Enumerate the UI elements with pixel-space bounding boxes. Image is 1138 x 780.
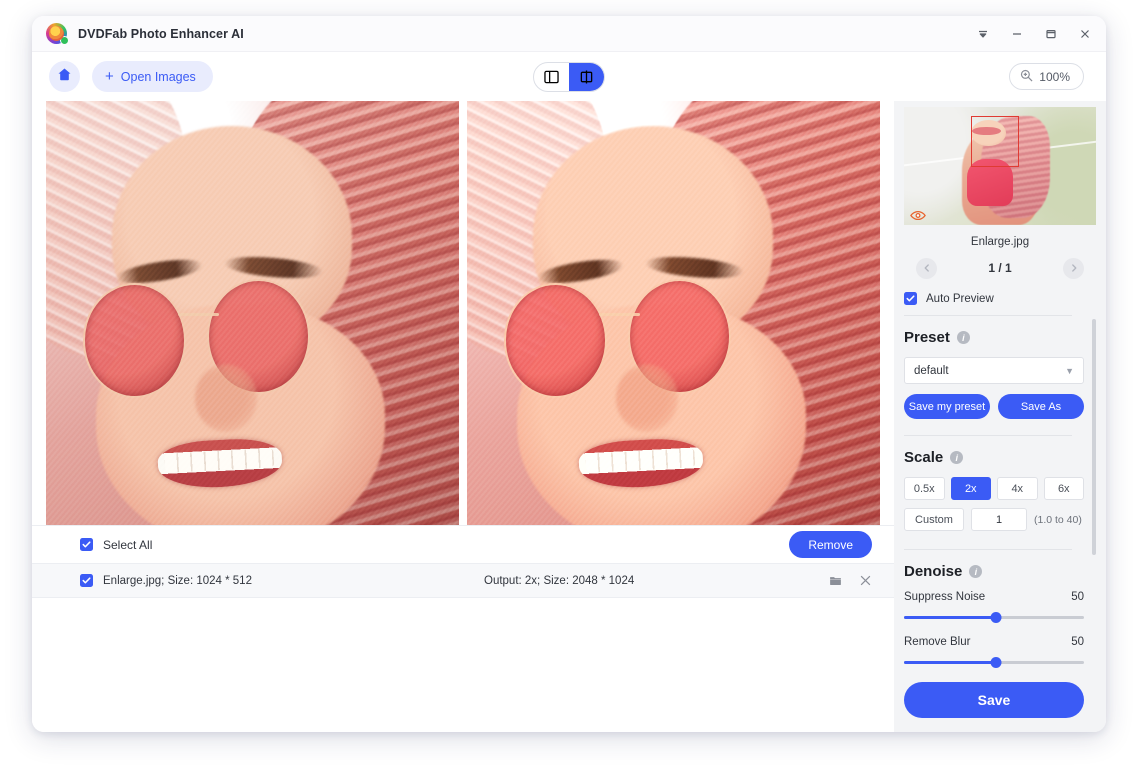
scale-section: Scale i 0.5x 2x 4x 6x Custom (1.0 to 40) xyxy=(904,435,1096,531)
scale-title-label: Scale xyxy=(904,449,943,466)
scale-title: Scale i xyxy=(904,436,1084,477)
select-all-label: Select All xyxy=(103,538,152,552)
scale-option-0[interactable]: 0.5x xyxy=(904,477,945,500)
open-images-label: Open Images xyxy=(121,70,196,84)
preset-select[interactable]: default ▼ xyxy=(904,357,1084,384)
scale-option-2[interactable]: 4x xyxy=(997,477,1038,500)
main-body: Select All Remove Enlarge.jpg; Size: 102… xyxy=(32,101,1106,732)
auto-preview-checkbox[interactable] xyxy=(904,292,917,305)
thumbnail-file-name: Enlarge.jpg xyxy=(904,236,1096,248)
suppress-noise-label-row: Suppress Noise 50 xyxy=(904,591,1084,603)
remove-blur-value: 50 xyxy=(1071,636,1084,648)
auto-preview-label: Auto Preview xyxy=(926,293,994,305)
application-window: DVDFab Photo Enhancer AI + Open Images xyxy=(32,16,1106,732)
table-row[interactable]: Enlarge.jpg; Size: 1024 * 512 Output: 2x… xyxy=(32,563,894,598)
maximize-button[interactable] xyxy=(1034,20,1068,48)
info-icon[interactable]: i xyxy=(969,565,982,578)
page-counter: 1 / 1 xyxy=(988,261,1011,275)
preview-pane-enhanced[interactable] xyxy=(467,101,880,525)
enhanced-photo xyxy=(467,101,880,525)
plus-icon: + xyxy=(105,69,114,84)
thumbnail-selection-rect[interactable] xyxy=(971,116,1019,167)
custom-scale-button[interactable]: Custom xyxy=(904,508,964,531)
row-output-info: Output: 2x; Size: 2048 * 1024 xyxy=(484,575,634,587)
preset-selected-value: default xyxy=(914,365,949,377)
settings-sidebar: Enlarge.jpg 1 / 1 Auto Preview xyxy=(894,101,1106,732)
title-bar: DVDFab Photo Enhancer AI xyxy=(32,16,1106,52)
suppress-noise-label: Suppress Noise xyxy=(904,591,985,603)
minimize-button[interactable] xyxy=(1000,20,1034,48)
toolbar: + Open Images 100% xyxy=(32,52,1106,101)
denoise-title: Denoise i xyxy=(904,550,1084,591)
remove-button[interactable]: Remove xyxy=(789,531,872,558)
window-controls xyxy=(966,20,1102,48)
eye-preview-icon[interactable] xyxy=(910,208,926,219)
info-icon[interactable]: i xyxy=(950,451,963,464)
remove-blur-label-row: Remove Blur 50 xyxy=(904,636,1084,648)
logo-status-badge xyxy=(60,36,69,45)
open-folder-icon[interactable] xyxy=(829,574,842,587)
view-mode-compare[interactable] xyxy=(569,63,604,91)
info-icon[interactable]: i xyxy=(957,331,970,344)
save-area: Save xyxy=(904,672,1096,732)
app-title: DVDFab Photo Enhancer AI xyxy=(78,27,244,41)
select-all-checkbox[interactable] xyxy=(80,538,93,551)
save-as-button[interactable]: Save As xyxy=(998,394,1084,419)
zoom-level-control[interactable]: 100% xyxy=(1009,63,1084,90)
magnifier-icon xyxy=(1020,69,1033,85)
suppress-noise-value: 50 xyxy=(1071,591,1084,603)
home-button[interactable] xyxy=(49,61,80,92)
home-icon xyxy=(57,67,72,87)
sidebar-scrollbar[interactable] xyxy=(1092,319,1096,555)
preview-pane-original[interactable] xyxy=(46,101,459,525)
preview-area xyxy=(32,101,894,525)
close-button[interactable] xyxy=(1068,20,1102,48)
list-header: Select All Remove xyxy=(32,525,894,563)
app-logo-icon xyxy=(46,23,67,44)
remove-blur-label: Remove Blur xyxy=(904,636,970,648)
open-images-button[interactable]: + Open Images xyxy=(92,61,213,92)
scale-custom-row: Custom (1.0 to 40) xyxy=(904,508,1084,531)
scale-range-hint: (1.0 to 40) xyxy=(1034,514,1082,526)
save-button[interactable]: Save xyxy=(904,682,1084,718)
scale-options: 0.5x 2x 4x 6x xyxy=(904,477,1084,500)
thumbnail-preview[interactable] xyxy=(904,107,1096,225)
prev-image-button[interactable] xyxy=(916,258,937,279)
view-mode-single[interactable] xyxy=(534,63,569,91)
close-icon[interactable] xyxy=(859,574,872,587)
row-checkbox[interactable] xyxy=(80,574,93,587)
zoom-level-label: 100% xyxy=(1039,70,1070,84)
denoise-section: Denoise i Suppress Noise 50 Remove Blur xyxy=(904,549,1096,668)
preset-buttons: Save my preset Save As xyxy=(904,394,1084,419)
denoise-title-label: Denoise xyxy=(904,563,962,580)
preview-and-list: Select All Remove Enlarge.jpg; Size: 102… xyxy=(32,101,894,732)
collapse-button[interactable] xyxy=(966,20,1000,48)
list-empty-area xyxy=(32,598,894,732)
save-my-preset-button[interactable]: Save my preset xyxy=(904,394,990,419)
thumbnail-pager: 1 / 1 xyxy=(904,257,1096,279)
row-file-name: Enlarge.jpg; Size: 1024 * 512 xyxy=(103,575,252,587)
remove-blur-slider[interactable] xyxy=(904,657,1084,668)
custom-scale-input[interactable] xyxy=(971,508,1027,531)
suppress-noise-slider[interactable] xyxy=(904,612,1084,623)
scale-option-3[interactable]: 6x xyxy=(1044,477,1085,500)
row-actions xyxy=(829,574,872,587)
preset-title-label: Preset xyxy=(904,329,950,346)
settings-scroll-area: Preset i default ▼ Save my preset Save A… xyxy=(904,315,1096,672)
auto-preview-row: Auto Preview xyxy=(904,292,1096,305)
next-image-button[interactable] xyxy=(1063,258,1084,279)
view-mode-toggle xyxy=(533,62,605,92)
original-photo xyxy=(46,101,459,525)
preset-section: Preset i default ▼ Save my preset Save A… xyxy=(904,315,1096,419)
scale-option-1[interactable]: 2x xyxy=(951,477,992,500)
preset-title: Preset i xyxy=(904,316,1084,357)
chevron-down-icon: ▼ xyxy=(1065,366,1074,376)
